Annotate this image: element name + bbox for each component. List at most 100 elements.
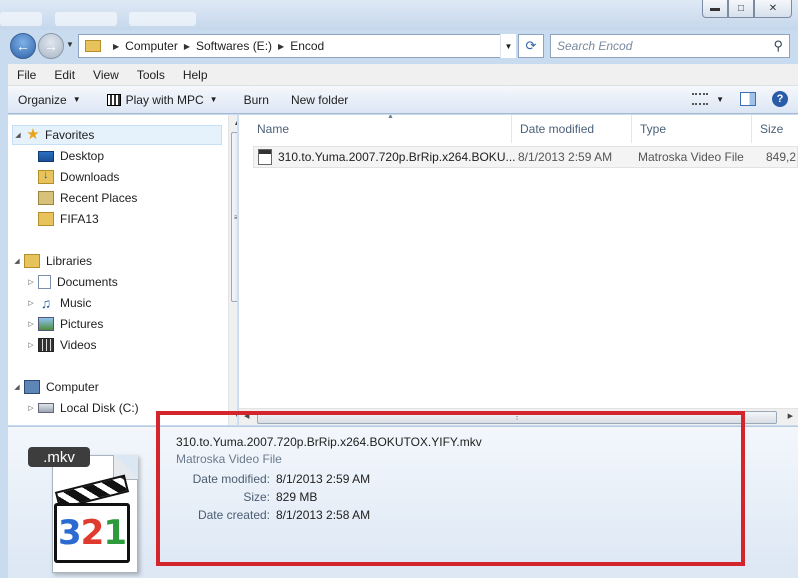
nav-libraries-label: Libraries bbox=[46, 254, 93, 268]
expand-arrow-icon[interactable]: ◢ bbox=[12, 383, 22, 391]
play-label: Play with MPC bbox=[125, 92, 204, 107]
nav-documents[interactable]: ▷ Documents bbox=[26, 272, 118, 292]
clapperboard-icon: 3 2 1 bbox=[54, 474, 132, 565]
new-folder-button[interactable]: New folder bbox=[281, 93, 358, 107]
chevron-down-icon: ▼ bbox=[209, 95, 218, 104]
address-history-dropdown[interactable]: ▼ bbox=[500, 34, 516, 58]
file-info: 310.to.Yuma.2007.720p.BrRip.x264.BOKUTOX… bbox=[176, 435, 482, 466]
collapse-arrow-icon[interactable]: ▷ bbox=[26, 320, 36, 328]
desktop-icon bbox=[38, 150, 54, 162]
nav-recent-places[interactable]: Recent Places bbox=[38, 188, 137, 208]
chevron-right-icon[interactable]: ▶ bbox=[184, 42, 190, 51]
play-with-mpc-button[interactable]: Play with MPC ▼ bbox=[97, 93, 228, 107]
scroll-thumb[interactable]: ⋮ bbox=[257, 411, 777, 424]
nav-videos[interactable]: ▷ Videos bbox=[26, 335, 96, 355]
expand-arrow-icon[interactable]: ◢ bbox=[13, 131, 23, 139]
pictures-icon bbox=[38, 317, 54, 331]
prop-value[interactable]: 8/1/2013 2:58 AM bbox=[276, 508, 370, 522]
expand-arrow-icon[interactable]: ◢ bbox=[12, 257, 22, 265]
preview-pane-icon[interactable] bbox=[740, 92, 756, 106]
digit: 2 bbox=[80, 513, 105, 553]
collapse-arrow-icon[interactable]: ▷ bbox=[26, 278, 36, 286]
chevron-right-icon[interactable]: ▶ bbox=[278, 42, 284, 51]
address-bar[interactable]: ▶ Computer ▶ Softwares (E:) ▶ Encod bbox=[78, 34, 516, 58]
menu-edit[interactable]: Edit bbox=[45, 68, 84, 82]
star-icon: ★ bbox=[26, 126, 40, 143]
digit: 1 bbox=[103, 513, 127, 553]
column-size-label: Size bbox=[760, 122, 784, 136]
close-icon[interactable]: ✕ bbox=[754, 0, 792, 18]
details-filetype: Matroska Video File bbox=[176, 452, 282, 466]
scroll-thumb[interactable]: ≡ bbox=[231, 132, 237, 302]
mkv-file-icon: .mkv 3 2 1 bbox=[28, 447, 138, 577]
column-header-type[interactable]: Type bbox=[632, 115, 752, 143]
window-controls: ▬ □ ✕ bbox=[702, 0, 792, 18]
nav-downloads[interactable]: Downloads bbox=[38, 167, 119, 187]
column-header-size[interactable]: Size bbox=[752, 115, 798, 143]
file-extension-badge: .mkv bbox=[28, 447, 90, 467]
scroll-right-icon[interactable]: ▶ bbox=[788, 412, 793, 420]
column-header-name[interactable]: ▲ Name bbox=[249, 115, 512, 143]
search-input[interactable]: Search Encod ⚲ bbox=[550, 34, 790, 58]
nav-computer[interactable]: ◢ Computer bbox=[12, 377, 99, 397]
column-header-date[interactable]: Date modified bbox=[512, 115, 632, 143]
file-size: 849,2 bbox=[766, 150, 797, 164]
nav-desktop[interactable]: Desktop bbox=[38, 146, 104, 166]
column-type-label: Type bbox=[640, 122, 667, 136]
scroll-up-icon[interactable]: ▲ bbox=[229, 115, 237, 132]
nav-libraries[interactable]: ◢ Libraries bbox=[12, 251, 92, 271]
collapse-arrow-icon[interactable]: ▷ bbox=[26, 299, 36, 307]
nav-favorites-label: Favorites bbox=[45, 128, 95, 142]
arrow-right-icon: → bbox=[44, 38, 58, 54]
scroll-left-icon[interactable]: ◀ bbox=[244, 412, 249, 420]
menu-help[interactable]: Help bbox=[174, 68, 217, 82]
new-folder-label: New folder bbox=[290, 92, 349, 107]
chevron-down-icon: ▼ bbox=[72, 95, 81, 104]
nav-recent-label: Recent Places bbox=[60, 191, 138, 205]
help-icon[interactable]: ? bbox=[772, 91, 788, 107]
arrow-left-icon: ← bbox=[16, 38, 30, 54]
burn-button[interactable]: Burn bbox=[234, 93, 279, 107]
menu-tools[interactable]: Tools bbox=[128, 68, 174, 82]
collapse-arrow-icon[interactable]: ▷ bbox=[26, 341, 36, 349]
column-date-label: Date modified bbox=[520, 122, 595, 136]
prop-value[interactable]: 8/1/2013 2:59 AM bbox=[276, 472, 370, 486]
video-file-icon bbox=[258, 149, 272, 165]
nav-music[interactable]: ▷ ♫ Music bbox=[26, 293, 91, 313]
breadcrumb-computer[interactable]: Computer bbox=[125, 39, 178, 53]
recent-pages-dropdown[interactable]: ▼ bbox=[66, 40, 74, 49]
back-button[interactable]: ← bbox=[10, 33, 36, 59]
file-row[interactable]: 310.to.Yuma.2007.720p.BrRip.x264.BOKU...… bbox=[253, 146, 798, 168]
minimize-icon[interactable]: ▬ bbox=[702, 0, 728, 18]
command-bar: Organize ▼ Play with MPC ▼ Burn New fold… bbox=[8, 86, 798, 114]
folder-icon bbox=[85, 40, 101, 52]
videos-icon bbox=[38, 338, 54, 352]
collapse-arrow-icon[interactable]: ▷ bbox=[26, 404, 36, 412]
file-list-scrollbar[interactable]: ◀ ⋮ ▶ bbox=[239, 408, 798, 425]
view-controls: ▼ ? bbox=[692, 91, 788, 107]
menu-view[interactable]: View bbox=[84, 68, 128, 82]
search-icon[interactable]: ⚲ bbox=[773, 38, 783, 54]
menu-file[interactable]: File bbox=[8, 68, 45, 82]
file-date: 8/1/2013 2:59 AM bbox=[518, 150, 613, 164]
file-name: 310.to.Yuma.2007.720p.BrRip.x264.BOKU... bbox=[278, 150, 516, 164]
sort-ascending-icon: ▲ bbox=[387, 115, 394, 120]
nav-fifa13[interactable]: FIFA13 bbox=[38, 209, 99, 229]
organize-button[interactable]: Organize ▼ bbox=[8, 93, 91, 107]
view-options-icon[interactable] bbox=[692, 93, 709, 105]
nav-scrollbar[interactable]: ▲ ≡ ▼ bbox=[228, 115, 237, 425]
chevron-down-icon[interactable]: ▼ bbox=[716, 95, 724, 104]
breadcrumb-drive[interactable]: Softwares (E:) bbox=[196, 39, 272, 53]
nav-local-disk[interactable]: ▷ Local Disk (C:) bbox=[26, 398, 138, 418]
nav-favorites[interactable]: ◢ ★ Favorites bbox=[12, 125, 222, 145]
nav-pictures[interactable]: ▷ Pictures bbox=[26, 314, 103, 334]
breadcrumb-folder[interactable]: Encod bbox=[290, 39, 324, 53]
refresh-button[interactable]: ⟳ bbox=[518, 34, 544, 58]
grip-icon: ≡ bbox=[234, 213, 237, 222]
chevron-right-icon[interactable]: ▶ bbox=[113, 42, 119, 51]
maximize-icon[interactable]: □ bbox=[728, 0, 754, 18]
title-bar: ▬ □ ✕ bbox=[0, 0, 798, 30]
navigation-pane: ◢ ★ Favorites Desktop Downloads Recent P… bbox=[8, 115, 238, 425]
scroll-down-icon[interactable]: ▼ bbox=[229, 408, 237, 425]
forward-button[interactable]: → bbox=[38, 33, 64, 59]
